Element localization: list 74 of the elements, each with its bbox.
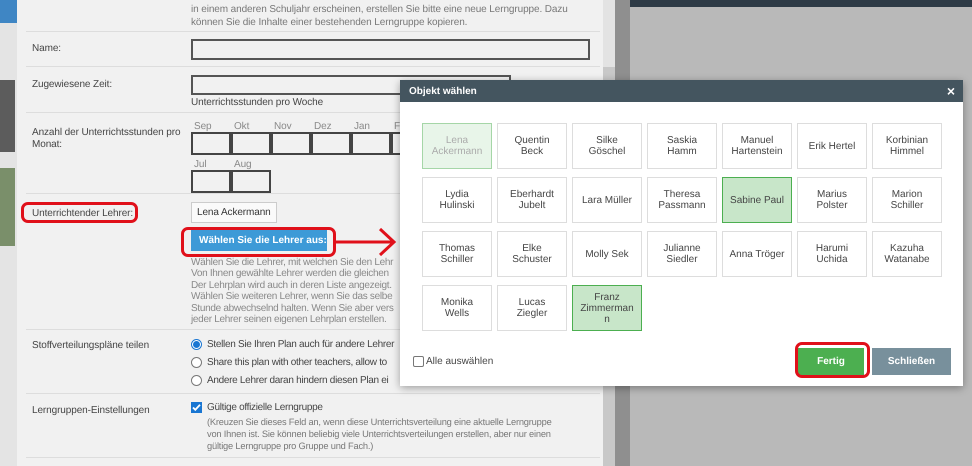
field-label: Unterrichtender Lehrer: <box>32 208 134 220</box>
radio-label: Andere Lehrer daran hindern diesen Plan ei <box>207 374 388 386</box>
name-input[interactable] <box>191 38 590 60</box>
sidebar-header <box>0 0 17 23</box>
month-input[interactable] <box>191 132 231 155</box>
month-input[interactable] <box>311 132 351 155</box>
checkbox-label: Alle auswählen <box>426 356 494 367</box>
radio-button[interactable] <box>191 374 202 386</box>
field-label: Name: <box>32 43 61 55</box>
help-text: jeder Lehrer seinen eigenen Lehrplan erstellen. <box>191 314 386 326</box>
teacher-tile[interactable]: Marion Schiller <box>872 177 942 223</box>
teacher-tile[interactable]: Erik Hertel <box>797 123 867 169</box>
radio-label: Share this plan with other teachers, allow to <box>207 356 387 368</box>
checkbox[interactable] <box>413 356 424 367</box>
field-label: Zugewiesene Zeit: <box>32 79 112 91</box>
photo-placeholder <box>0 80 15 152</box>
help-text: Der Lehrplan wird auch in deren Liste angezeigt. <box>191 280 392 292</box>
note-text: (Kreuzen Sie dieses Feld an, wenn diese Unterrichtsverteilung eine aktuelle Lerngruppe <box>207 416 552 428</box>
note-text: von Ihnen ist. Sie können beliebig viele Unterrichtsverteilungen erstellen, aber nur einen <box>207 428 551 440</box>
teacher-tile[interactable]: Manuel Hartenstein <box>722 123 792 169</box>
teacher-tile[interactable]: Sabine Paul <box>722 177 792 223</box>
arrow <box>336 227 398 257</box>
month-label: Dez <box>313 121 332 132</box>
teacher-tile[interactable]: Elke Schuster <box>497 231 567 277</box>
field-label: Anzahl der Unterrichtsstunden pro Monat: <box>32 127 182 151</box>
dialog-title: Objekt wählen <box>409 86 477 96</box>
teacher-tile[interactable]: Eberhardt Jubelt <box>497 177 567 223</box>
teacher-tile[interactable]: Kazuha Watanabe <box>872 231 942 277</box>
field-label: Stoffverteilungspläne teilen <box>32 340 150 352</box>
intro-text: in einem anderen Schuljahr erscheinen, erstellen Sie bitte eine neue Lerngruppe. Dazu <box>191 3 568 16</box>
teacher-tile[interactable]: Theresa Passmann <box>647 177 717 223</box>
teacher-tile[interactable]: Marius Polster <box>797 177 867 223</box>
teacher-tile[interactable]: Saskia Hamm <box>647 123 717 169</box>
month-label: Okt <box>233 121 250 132</box>
help-text: Stunde abwechselnd halten. Wenn Sie aber vers <box>191 302 394 314</box>
teacher-tile[interactable]: Lucas Ziegler <box>497 285 567 331</box>
month-label: Jul <box>193 159 206 170</box>
month-label: F <box>393 121 400 132</box>
teacher-tile[interactable]: Thomas Schiller <box>422 231 492 277</box>
teacher-tile[interactable]: Monika Wells <box>422 285 492 331</box>
radio-button[interactable] <box>191 338 202 350</box>
teacher-tile[interactable]: Julianne Siedler <box>647 231 717 277</box>
month-label: Aug <box>233 159 252 170</box>
note-text: gültige Lerngruppe pro Gruppe und Fach.) <box>207 440 374 452</box>
month-input[interactable] <box>191 170 231 193</box>
hint-text: Unterrichtsstunden pro Woche <box>191 97 324 109</box>
month-label: Nov <box>273 121 292 132</box>
intro-text: können Sie die Inhalte einer bestehenden Lerngruppe kopieren. <box>191 16 468 29</box>
close-icon[interactable]: × <box>946 84 955 98</box>
month-input[interactable] <box>351 132 391 155</box>
teacher-tile[interactable]: Quentin Beck <box>497 123 567 169</box>
help-text: Wählen Sie die Lehrer, mit welchen Sie den Lehr <box>191 257 394 268</box>
teacher-tile[interactable]: Lydia Hulinski <box>422 177 492 223</box>
month-input[interactable] <box>231 170 271 193</box>
month-label: Jan <box>353 121 370 132</box>
teacher-tile[interactable]: Franz Zimmermann <box>572 285 642 331</box>
teacher-tile[interactable]: Harumi Uchida <box>797 231 867 277</box>
month-input[interactable] <box>271 132 311 155</box>
teacher-tile[interactable]: Lara Müller <box>572 177 642 223</box>
help-text: Wählen Sie weiteren Lehrer, wenn Sie das selbe <box>191 291 392 303</box>
help-text: Von Ihnen gewählte Lehrer werden die gleichen <box>191 268 389 280</box>
teacher-tile[interactable]: Korbinian Himmel <box>872 123 942 169</box>
teacher-tile[interactable]: Silke Göschel <box>572 123 642 169</box>
month-input[interactable] <box>231 132 271 155</box>
teacher-tile[interactable]: Molly Sek <box>572 231 642 277</box>
checkbox-label: Gültige offizielle Lerngruppe <box>207 402 323 412</box>
teacher-chip: Lena Ackermann <box>191 202 277 223</box>
field-label: Lerngruppen-Einstellungen <box>32 405 150 417</box>
radio-label: Stellen Sie Ihren Plan auch für andere Lehrer <box>207 338 394 350</box>
teacher-tile: Lena Ackermann <box>422 123 492 169</box>
checkbox[interactable] <box>191 402 202 412</box>
radio-button[interactable] <box>191 356 202 368</box>
teacher-tile[interactable]: Anna Tröger <box>722 231 792 277</box>
month-label: Sep <box>193 121 212 132</box>
